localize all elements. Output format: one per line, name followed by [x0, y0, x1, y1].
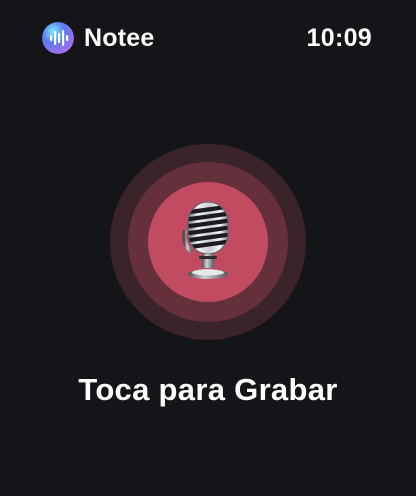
notee-app-icon [42, 22, 74, 54]
app-name: Notee [84, 24, 155, 52]
status-bar: Notee 10:09 [0, 0, 416, 76]
status-time: 10:09 [306, 24, 372, 52]
record-button[interactable] [110, 144, 306, 340]
record-prompt-label: Toca para Grabar [78, 372, 338, 407]
microphone-icon [178, 200, 238, 284]
